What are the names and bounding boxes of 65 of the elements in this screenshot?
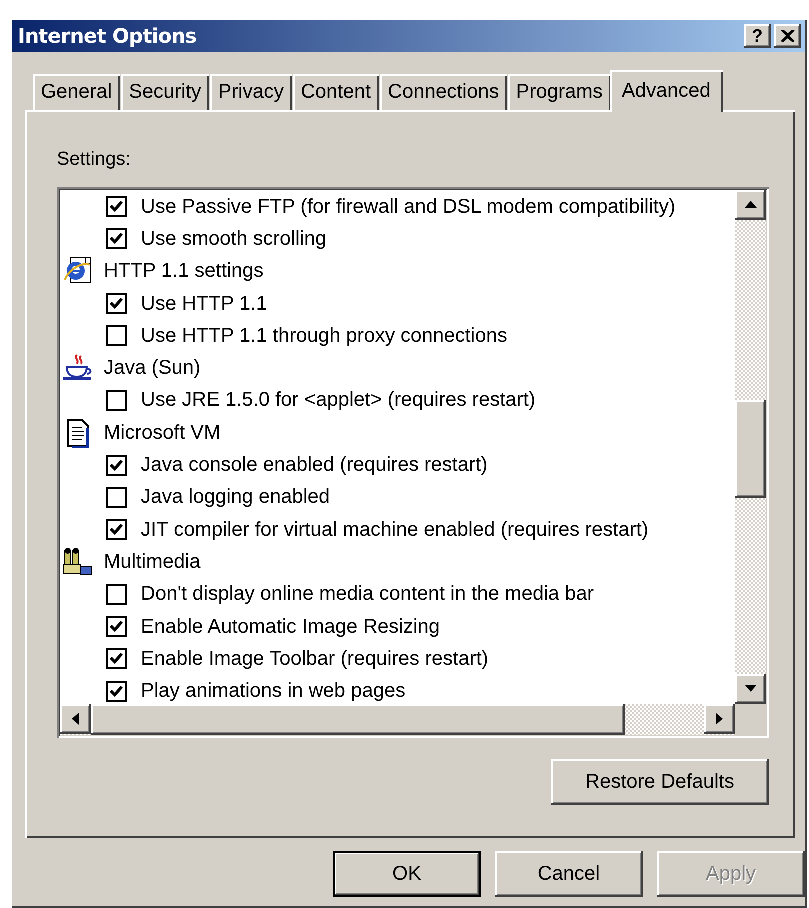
check-icon xyxy=(110,233,123,244)
group-label: Multimedia xyxy=(104,550,201,575)
setting-label[interactable]: Use HTTP 1.1 through proxy connections xyxy=(141,320,508,351)
check-icon xyxy=(110,524,123,536)
settings-label: Settings: xyxy=(57,148,131,172)
checkbox[interactable] xyxy=(106,486,127,508)
media-devices-icon xyxy=(62,546,94,577)
group-label: Microsoft VM xyxy=(104,420,221,446)
check-icon xyxy=(110,686,123,697)
setting-label[interactable]: Java logging enabled xyxy=(141,482,330,512)
restore-defaults-button[interactable]: Restore Defaults xyxy=(551,758,769,804)
horizontal-scrollbar[interactable] xyxy=(60,704,766,734)
setting-label[interactable]: Play animations in web pages xyxy=(141,676,406,704)
down-arrow-icon xyxy=(744,685,756,692)
tab[interactable]: Programs xyxy=(508,74,611,110)
check-icon xyxy=(110,621,123,632)
close-button[interactable] xyxy=(774,24,801,48)
vertical-scrollbar[interactable] xyxy=(735,190,766,704)
up-arrow-icon xyxy=(744,201,756,208)
setting-label[interactable]: Enable Automatic Image Resizing xyxy=(141,612,440,642)
close-icon xyxy=(780,30,794,42)
scroll-down-button[interactable] xyxy=(735,674,766,704)
dialog-button[interactable]: OK xyxy=(333,851,481,897)
checkbox[interactable] xyxy=(106,584,127,605)
group-label: HTTP 1.1 settings xyxy=(104,259,264,284)
setting-label[interactable]: Use smooth scrolling xyxy=(141,224,327,254)
tab[interactable]: Privacy xyxy=(210,74,292,110)
checkbox[interactable] xyxy=(106,680,127,702)
checkbox[interactable] xyxy=(106,616,127,637)
tab[interactable]: Connections xyxy=(380,74,508,110)
tab[interactable]: General xyxy=(33,74,120,110)
setting-label[interactable]: Use HTTP 1.1 xyxy=(141,288,268,319)
check-icon xyxy=(110,653,123,664)
tab[interactable]: Content xyxy=(292,74,380,110)
setting-label[interactable]: Enable Image Toolbar (requires restart) xyxy=(141,644,489,674)
window-title: Internet Options xyxy=(18,23,198,50)
tab[interactable]: Advanced xyxy=(610,70,723,112)
checkbox[interactable] xyxy=(106,228,127,250)
checkbox[interactable] xyxy=(106,293,127,314)
setting-label[interactable]: Don't display online media content in the media bar xyxy=(141,579,594,610)
setting-label[interactable]: Use JRE 1.5.0 for <applet> (requires restart) xyxy=(141,385,536,416)
scrollbar-corner xyxy=(735,704,766,734)
left-arrow-icon xyxy=(72,712,79,724)
scroll-thumb[interactable] xyxy=(735,400,766,498)
check-icon xyxy=(110,460,123,471)
help-button[interactable]: ? xyxy=(744,24,771,48)
right-arrow-icon xyxy=(716,712,723,724)
setting-label[interactable]: Java console enabled (requires restart) xyxy=(141,450,488,480)
check-icon xyxy=(110,298,123,310)
group-label: Java (Sun) xyxy=(104,356,201,382)
checkbox[interactable] xyxy=(106,325,127,346)
setting-label[interactable]: JIT compiler for virtual machine enabled (requires restart) xyxy=(141,514,649,545)
checkbox[interactable] xyxy=(106,390,127,411)
checkbox[interactable] xyxy=(106,196,127,218)
checkbox[interactable] xyxy=(106,519,127,540)
check-icon xyxy=(110,201,123,212)
tab[interactable]: Security xyxy=(121,74,210,110)
scroll-right-button[interactable] xyxy=(704,704,735,734)
scroll-thumb[interactable] xyxy=(91,704,625,734)
dialog-button[interactable]: Cancel xyxy=(495,851,643,897)
checkbox[interactable] xyxy=(106,648,127,670)
checkbox[interactable] xyxy=(106,454,127,476)
setting-label[interactable]: Use Passive FTP (for firewall and DSL modem compatibility) xyxy=(141,192,676,222)
scroll-up-button[interactable] xyxy=(735,190,766,220)
scroll-left-button[interactable] xyxy=(60,704,91,734)
